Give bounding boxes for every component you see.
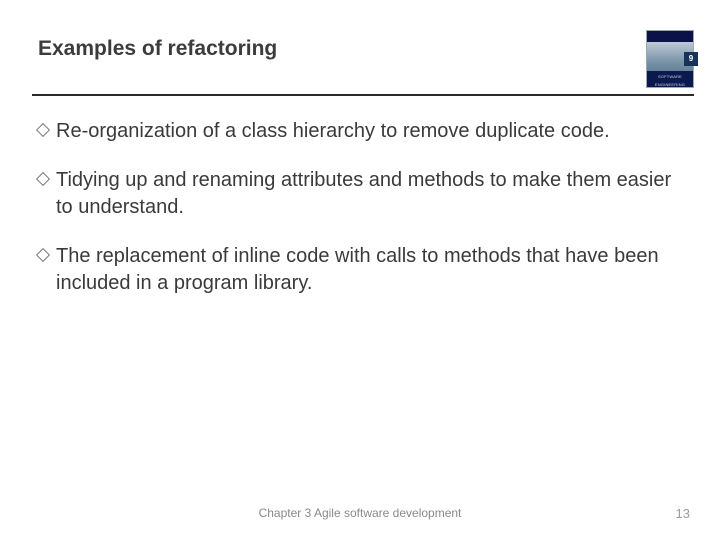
list-item: Tidying up and renaming attributes and m…	[38, 167, 680, 221]
bullet-text: Tidying up and renaming attributes and m…	[56, 167, 680, 221]
bullet-text: Re-organization of a class hierarchy to …	[56, 118, 610, 145]
book-cover-label: SOFTWARE ENGINEERING	[647, 71, 693, 87]
bullet-text: The replacement of inline code with call…	[56, 243, 680, 297]
slide-title: Examples of refactoring	[38, 30, 694, 61]
footer-chapter: Chapter 3 Agile software development	[0, 506, 720, 520]
book-edition-badge: 9	[684, 52, 698, 66]
diamond-bullet-icon	[36, 123, 50, 137]
diamond-bullet-icon	[36, 248, 50, 262]
header-divider	[32, 94, 694, 96]
content-area: Re-organization of a class hierarchy to …	[38, 118, 680, 319]
list-item: The replacement of inline code with call…	[38, 243, 680, 297]
book-cover-thumbnail: SOFTWARE ENGINEERING 9	[646, 30, 694, 88]
list-item: Re-organization of a class hierarchy to …	[38, 118, 680, 145]
footer: Chapter 3 Agile software development 13	[0, 506, 720, 526]
diamond-bullet-icon	[36, 172, 50, 186]
page-number: 13	[676, 506, 690, 521]
header-row: Examples of refactoring SOFTWARE ENGINEE…	[38, 30, 694, 88]
slide: Examples of refactoring SOFTWARE ENGINEE…	[0, 0, 720, 540]
